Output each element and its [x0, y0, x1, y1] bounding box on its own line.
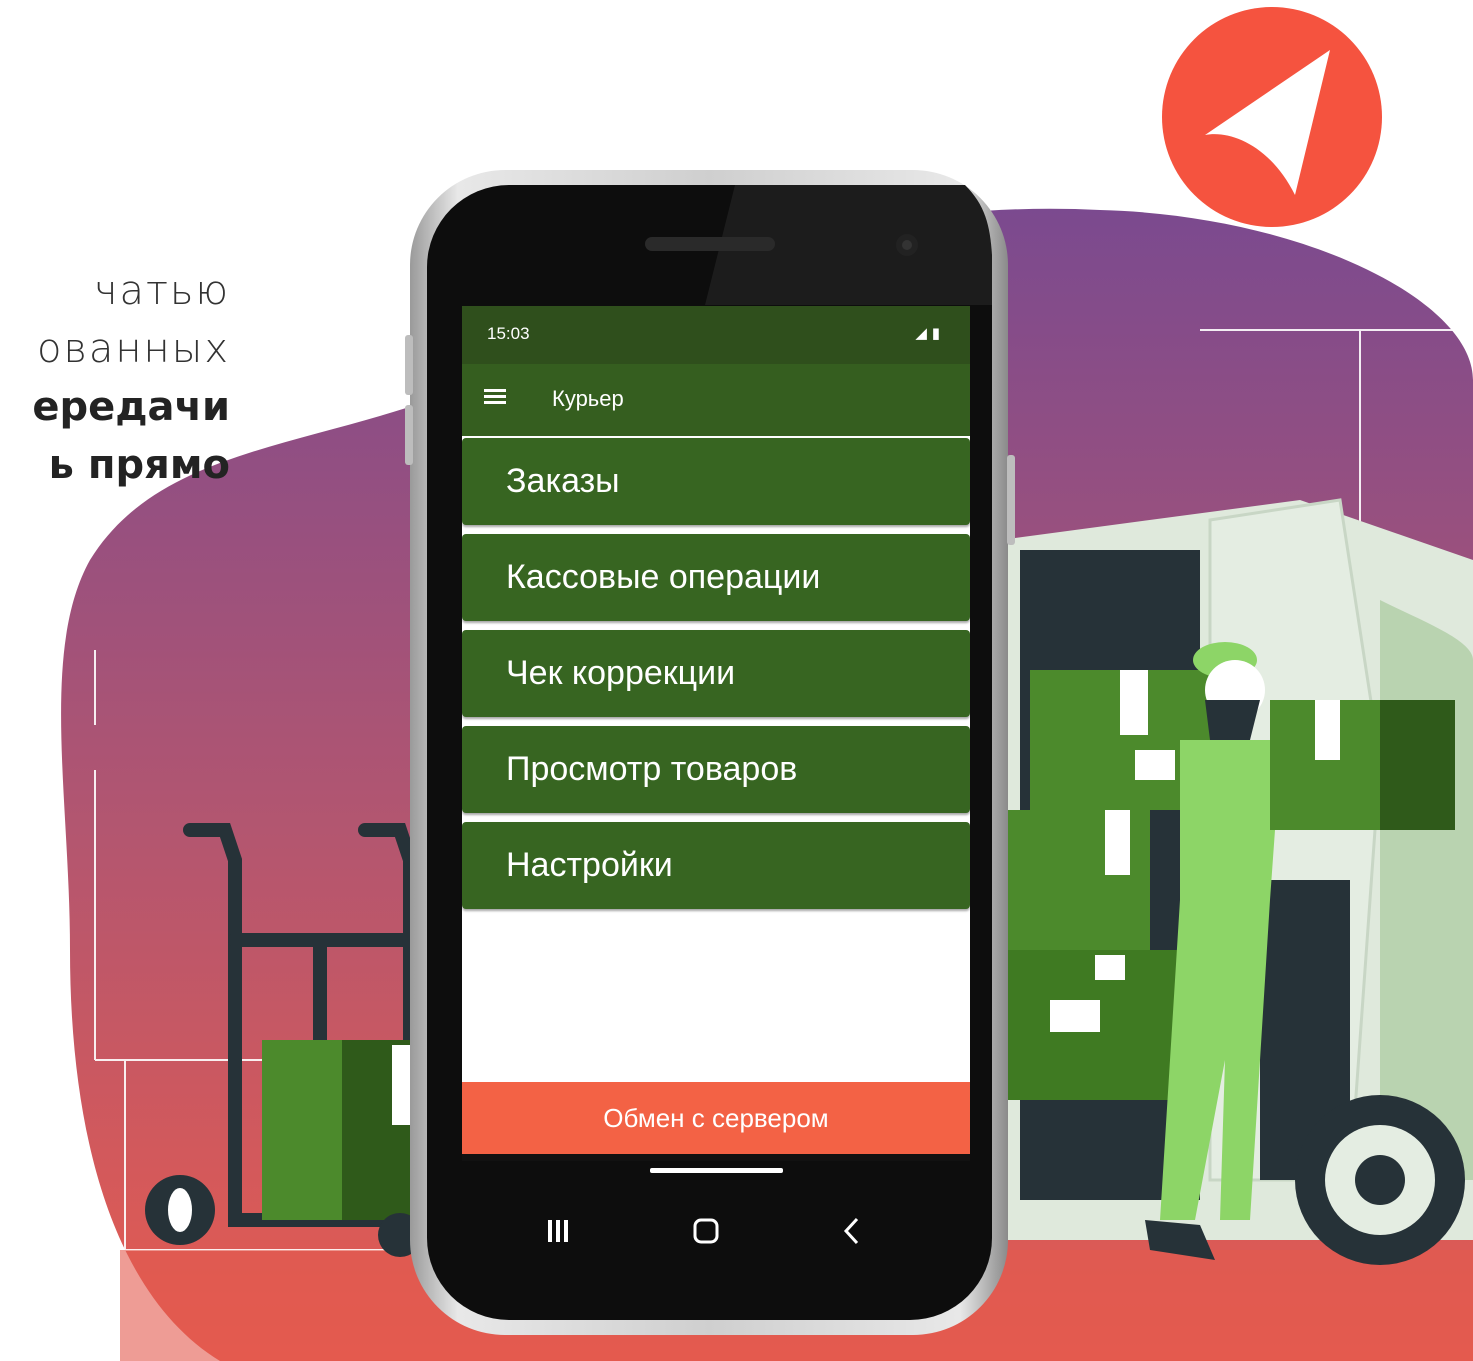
- home-icon[interactable]: [693, 1218, 719, 1244]
- battery-icon: ▮: [931, 324, 940, 342]
- menu-item-orders[interactable]: Заказы: [462, 438, 970, 525]
- promo-line-2: ованных: [36, 326, 230, 372]
- screen-bottom-edge: [462, 1154, 970, 1161]
- app-bar: Курьер: [462, 364, 970, 436]
- android-nav-bar: [548, 1217, 859, 1245]
- promo-line-4: ь прямо: [48, 442, 230, 488]
- menu-item-label: Кассовые операции: [506, 558, 821, 596]
- server-exchange-button[interactable]: Обмен с сервером: [462, 1082, 970, 1154]
- signal-battery: ◢ ▮: [915, 324, 940, 342]
- main-menu: Заказы Кассовые операции Чек коррекции П…: [462, 438, 970, 918]
- menu-item-settings[interactable]: Настройки: [462, 822, 970, 909]
- menu-item-correction-receipt[interactable]: Чек коррекции: [462, 630, 970, 717]
- menu-item-view-goods[interactable]: Просмотр товаров: [462, 726, 970, 813]
- promo-line-1: чатью: [93, 268, 230, 314]
- send-arrow-logo-icon: [1162, 7, 1382, 227]
- signal-icon: ◢: [915, 324, 927, 342]
- status-bar: 15:03 ◢ ▮: [462, 306, 970, 364]
- menu-item-label: Просмотр товаров: [506, 750, 798, 788]
- menu-icon[interactable]: [482, 386, 510, 414]
- recent-apps-icon[interactable]: [548, 1220, 568, 1242]
- phone-screen: 15:03 ◢ ▮ Курьер Заказы Кассовые операци…: [462, 306, 970, 1161]
- menu-item-label: Заказы: [506, 462, 620, 500]
- status-time: 15:03: [487, 324, 530, 343]
- promo-text: чатью ованных ередачи ь прямо: [0, 262, 260, 502]
- app-title: Курьер: [552, 386, 624, 411]
- menu-item-label: Настройки: [506, 846, 673, 884]
- menu-item-label: Чек коррекции: [506, 654, 736, 692]
- back-icon[interactable]: [843, 1217, 859, 1245]
- menu-item-cash-operations[interactable]: Кассовые операции: [462, 534, 970, 621]
- promo-line-3: ередачи: [32, 384, 230, 430]
